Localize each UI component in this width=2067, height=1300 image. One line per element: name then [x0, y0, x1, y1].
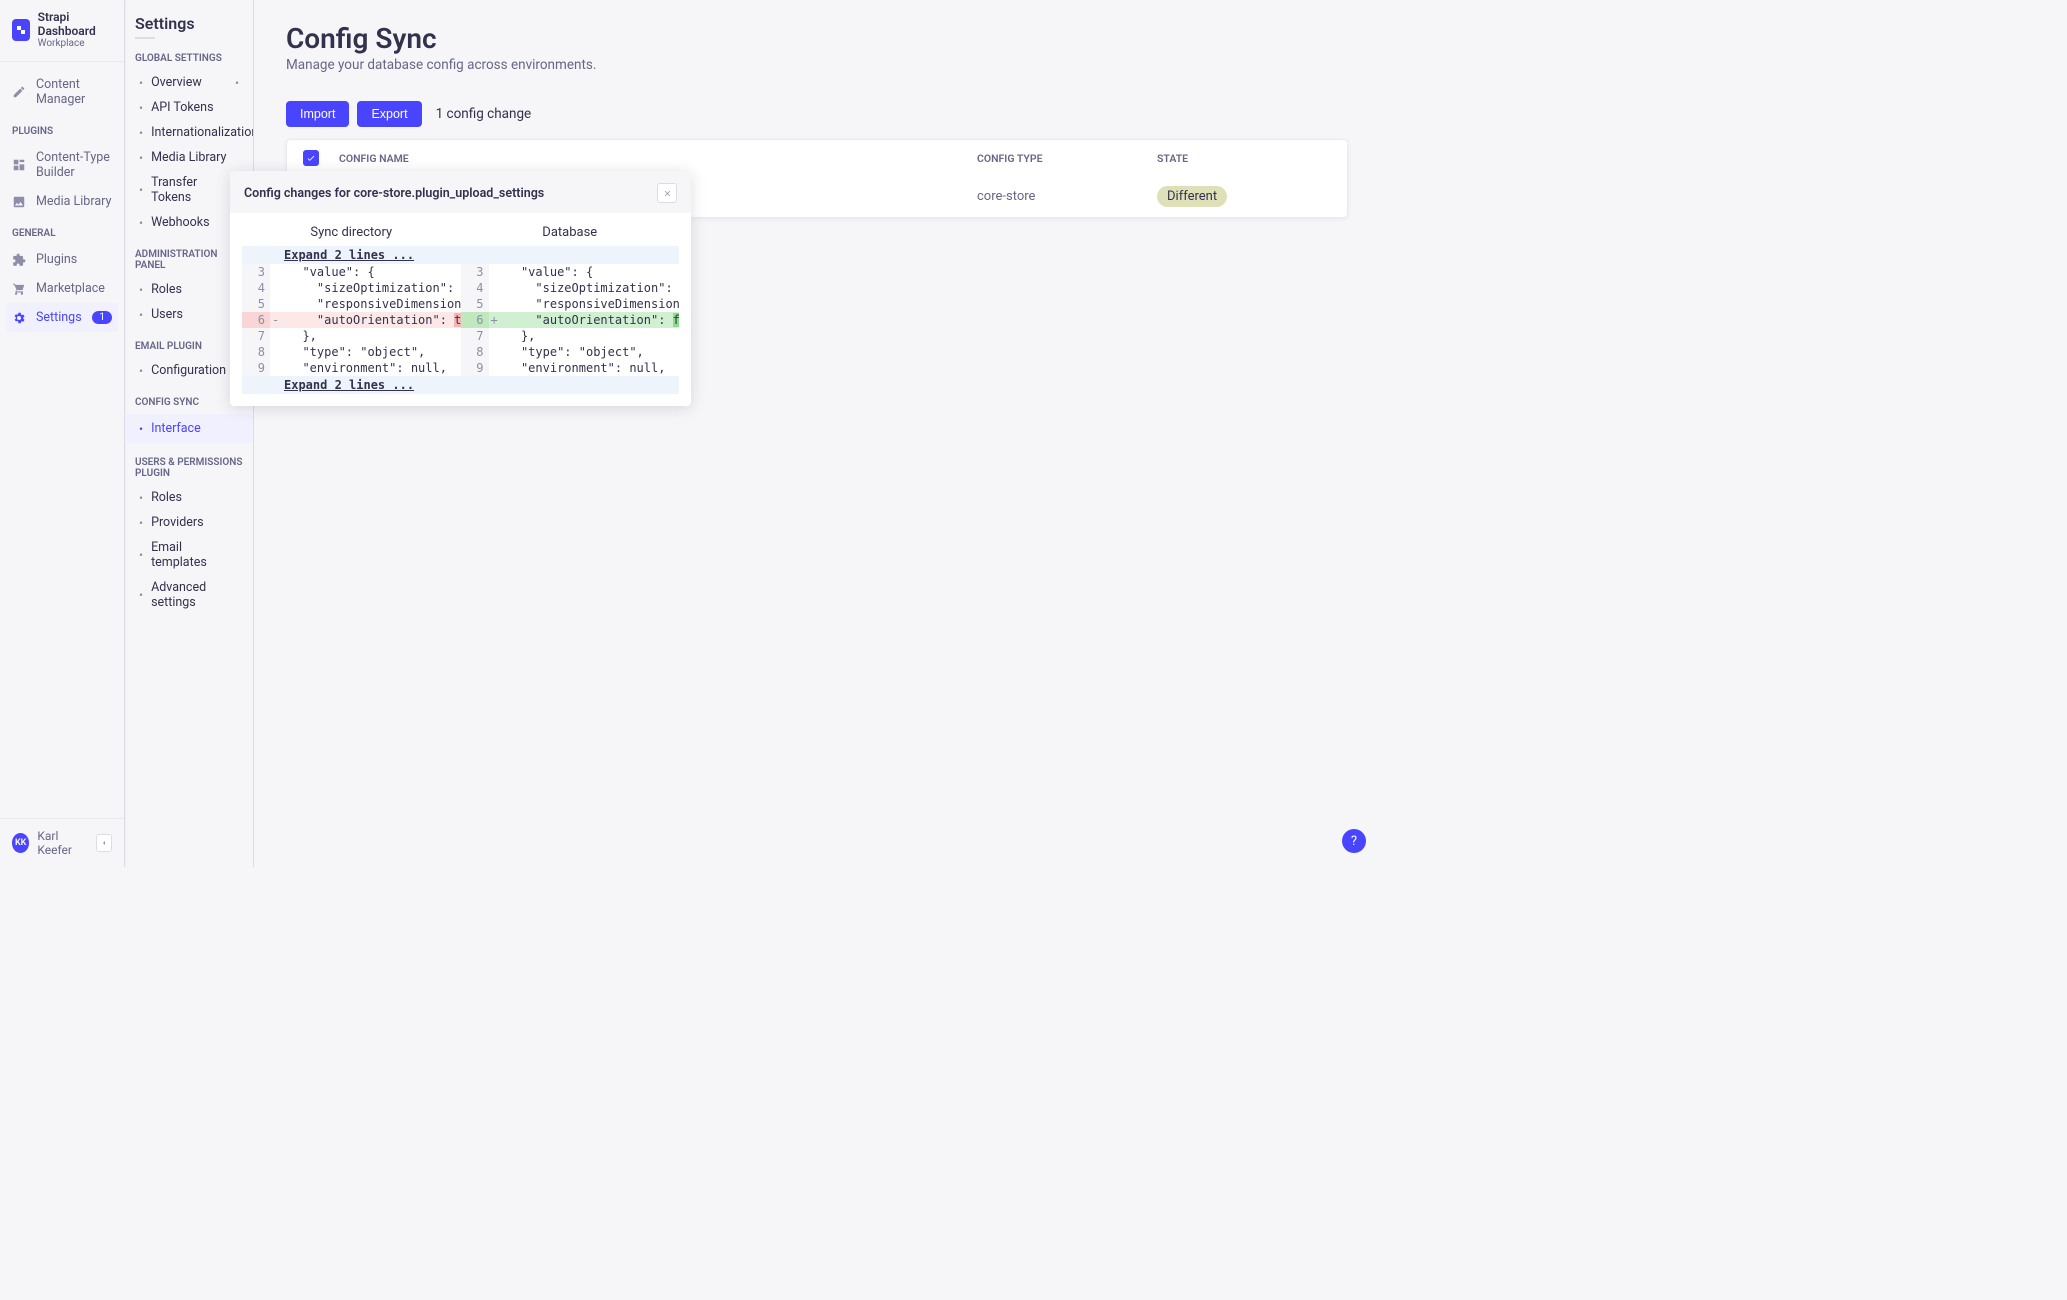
subnav-item-label: Users — [151, 307, 183, 322]
subnav-section-label: Email Plugin — [135, 341, 243, 352]
import-button[interactable]: Import — [286, 101, 349, 127]
subnav-item[interactable]: Interface — [125, 414, 253, 443]
nav-label: Marketplace — [36, 281, 105, 296]
section-general: General — [0, 216, 124, 245]
brand-logo — [12, 19, 30, 41]
diff-row: 9 "environment": null,9 "environment": n… — [242, 360, 679, 376]
nav-media-library[interactable]: Media Library — [0, 187, 124, 216]
subnav-item-label: Transfer Tokens — [151, 175, 239, 205]
subnav-section-label: Users & Permissions plugin — [135, 457, 243, 479]
image-icon — [12, 195, 26, 209]
nav-label: Plugins — [36, 252, 77, 267]
subnav-item[interactable]: Webhooks — [135, 210, 243, 235]
layout-icon — [12, 158, 26, 172]
subnav-item-label: Configuration — [151, 363, 226, 378]
subnav-item-label: Roles — [151, 490, 182, 505]
page-title: Config Sync — [286, 22, 1348, 55]
subnav-item-label: Media Library — [151, 150, 226, 165]
subnav-item-label: Email templates — [151, 540, 239, 570]
expand-top[interactable]: Expand 2 lines ... — [242, 246, 679, 264]
subnav-section-label: Global Settings — [135, 53, 243, 64]
subnav-section-label: Config Sync — [135, 397, 243, 408]
th-config-name: Config Name — [339, 152, 977, 165]
td-config-type: core-store — [977, 189, 1157, 204]
diff-right-header: Database — [461, 225, 680, 240]
nav-label: Media Library — [36, 194, 111, 209]
close-icon — [663, 189, 672, 198]
section-plugins: Plugins — [0, 114, 124, 143]
subnav-section-label: Administration Panel — [135, 249, 243, 271]
dot-indicator: • — [235, 76, 239, 90]
subnav-item-label: Overview — [151, 75, 202, 90]
main-content: Config Sync Manage your database config … — [254, 0, 1380, 867]
brand[interactable]: Strapi Dashboard Workplace — [0, 0, 124, 62]
state-badge: Different — [1157, 186, 1227, 207]
subnav-item-label: Advanced settings — [151, 580, 239, 610]
nav-content-manager[interactable]: Content Manager — [0, 70, 124, 114]
nav-plugins[interactable]: Plugins — [0, 245, 124, 274]
settings-badge: 1 — [92, 311, 112, 324]
brand-title: Strapi Dashboard — [38, 10, 112, 38]
subnav-item-label: API Tokens — [151, 100, 213, 115]
cart-icon — [12, 282, 26, 296]
diff-row: 5 "responsiveDimensions": true,5 "respon… — [242, 296, 679, 312]
select-all-checkbox[interactable] — [303, 150, 319, 166]
subnav-item[interactable]: Providers — [135, 510, 243, 535]
subnav-item-label: Interface — [151, 421, 201, 436]
subnav-item-label: Webhooks — [151, 215, 209, 230]
diff-table: Expand 2 lines ... 3 "value": {3 "value"… — [242, 246, 679, 394]
expand-bottom[interactable]: Expand 2 lines ... — [242, 376, 679, 394]
nav-label: Settings — [36, 310, 82, 325]
subnav-item[interactable]: Overview • — [135, 70, 243, 95]
help-button[interactable]: ? — [1342, 829, 1366, 853]
diff-row: 6- "autoOrientation": true6+ "autoOrient… — [242, 312, 679, 328]
subnav-item[interactable]: Roles — [135, 485, 243, 510]
primary-nav: Strapi Dashboard Workplace Content Manag… — [0, 0, 125, 867]
subnav-item-label: Providers — [151, 515, 204, 530]
nav-label: Content-Type Builder — [36, 150, 112, 180]
page-desc: Manage your database config across envir… — [286, 57, 1348, 73]
chevron-left-icon — [100, 839, 108, 847]
gear-icon — [12, 311, 26, 325]
diff-row: 7 },7 }, — [242, 328, 679, 344]
nav-content-type-builder[interactable]: Content-Type Builder — [0, 143, 124, 187]
subnav-item[interactable]: Advanced settings — [135, 575, 243, 615]
brand-subtitle: Workplace — [38, 38, 112, 49]
subnav-item[interactable]: Transfer Tokens — [135, 170, 243, 210]
modal-close-button[interactable] — [657, 183, 677, 203]
subnav-underline — [135, 37, 155, 39]
change-count: 1 config change — [436, 106, 532, 122]
subnav-item[interactable]: Internationalization — [135, 120, 243, 145]
nav-settings[interactable]: Settings 1 — [6, 303, 118, 332]
subnav-item-label: Internationalization — [151, 125, 254, 140]
subnav-item-label: Roles — [151, 282, 182, 297]
subnav-item[interactable]: API Tokens — [135, 95, 243, 120]
nav-marketplace[interactable]: Marketplace — [0, 274, 124, 303]
subnav-item[interactable]: Users — [135, 302, 243, 327]
subnav-item[interactable]: Roles — [135, 277, 243, 302]
th-state: State — [1157, 152, 1337, 165]
diff-left-header: Sync directory — [242, 225, 461, 240]
diff-row: 3 "value": {3 "value": { — [242, 264, 679, 280]
diff-modal: Config changes for core-store.plugin_upl… — [230, 171, 691, 406]
subnav-title: Settings — [135, 14, 243, 33]
avatar[interactable]: KK — [12, 833, 29, 853]
th-config-type: Config Type — [977, 152, 1157, 165]
modal-title: Config changes for core-store.plugin_upl… — [244, 186, 544, 201]
subnav-item[interactable]: Configuration — [135, 358, 243, 383]
diff-row: 4 "sizeOptimization": true,4 "sizeOptimi… — [242, 280, 679, 296]
user-name: Karl Keefer — [37, 829, 88, 857]
export-button[interactable]: Export — [357, 101, 421, 127]
diff-row: 8 "type": "object",8 "type": "object", — [242, 344, 679, 360]
pencil-icon — [12, 85, 26, 99]
collapse-nav-button[interactable] — [96, 834, 112, 852]
settings-subnav: Settings Global Settings Overview • API Tok… — [125, 0, 254, 867]
nav-label: Content Manager — [36, 77, 112, 107]
subnav-item[interactable]: Email templates — [135, 535, 243, 575]
nav-footer: KK Karl Keefer — [0, 818, 124, 867]
puzzle-icon — [12, 253, 26, 267]
subnav-item[interactable]: Media Library — [135, 145, 243, 170]
